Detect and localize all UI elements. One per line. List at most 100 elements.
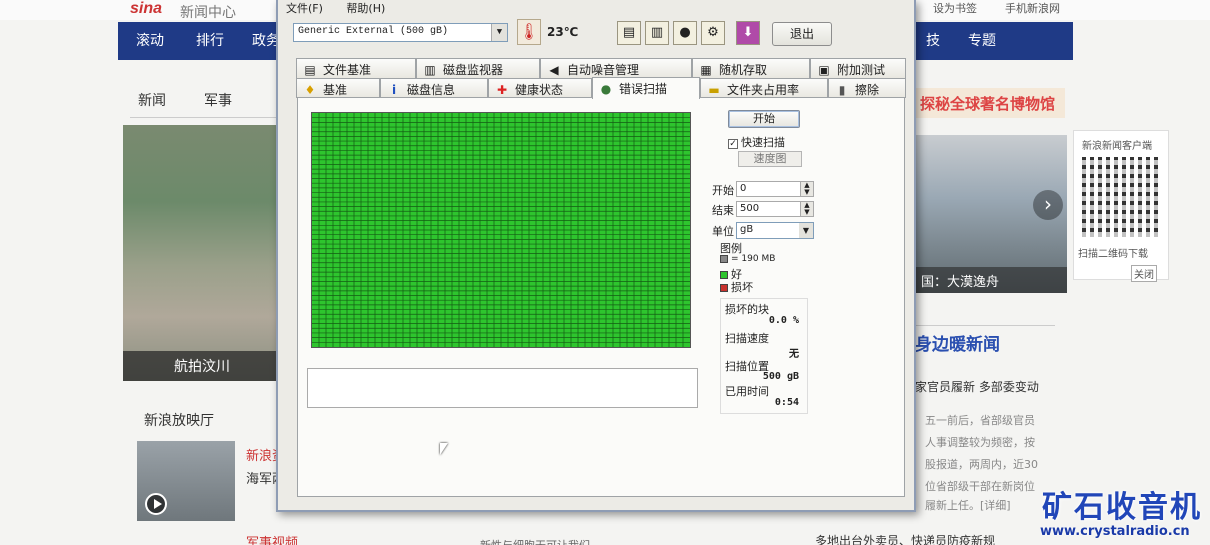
unit-select[interactable]: gB ▼ (736, 222, 814, 239)
damaged-blocks-value: 0.0 % (768, 315, 799, 326)
spinner-arrows-icon[interactable]: ▲ ▼ (800, 202, 813, 216)
copy-text-icon[interactable]: ▤ (617, 21, 641, 45)
news-headline-2[interactable]: 多地出台外卖员、快递员防疫新规 (815, 532, 995, 545)
chevron-down-icon[interactable]: ▼ (491, 24, 507, 41)
scan-position-value: 500 gB (762, 371, 799, 382)
news-tabs: 新闻 军事 (130, 78, 280, 118)
tab-folder-usage[interactable]: ▬ 文件夹占用率 (700, 78, 828, 98)
drive-select[interactable]: Generic External (500 gB) ▼ (293, 23, 508, 42)
tab-extra-tests[interactable]: ▣ 附加测试 (810, 58, 906, 78)
tab-label: 随机存取 (719, 63, 768, 77)
scan-stats: 损坏的块 0.0 % 扫描速度 无 扫描位置 500 gB 已用时间 0:54 (720, 298, 808, 414)
lightbulb-icon: ♦ (304, 83, 316, 97)
tab-disk-info[interactable]: i 磁盘信息 (380, 78, 488, 98)
start-button[interactable]: 开始 (728, 110, 800, 128)
tab-news[interactable]: 新闻 (138, 90, 166, 110)
scan-speed-value: 无 (789, 349, 799, 360)
tab-label: 错误扫描 (619, 82, 668, 96)
checkbox-check-icon[interactable]: ✓ (728, 139, 738, 149)
extra-tests-icon: ▣ (818, 63, 830, 77)
copy-options-icon[interactable]: ▥ (645, 21, 669, 45)
quick-scan-checkbox[interactable]: ✓ 快速扫描 (728, 134, 785, 150)
news-snippet-line: 五一前后，省部级官员 (925, 414, 1035, 427)
sina-logo[interactable]: sina (130, 0, 162, 18)
scan-speed-label: 扫描速度 (725, 332, 769, 345)
elapsed-time-value: 0:54 (774, 397, 799, 408)
legend-block-size: = 190 MB (720, 254, 775, 264)
elapsed-time-label: 已用时间 (725, 385, 769, 398)
download-arrow-icon[interactable]: ⬇ (736, 21, 760, 45)
nav-scroll[interactable]: 滚动 (136, 30, 164, 50)
nav-ranking[interactable]: 排行 (196, 30, 224, 50)
museum-banner[interactable]: 探秘全球著名博物馆 (915, 88, 1065, 118)
tab-erase[interactable]: ▮ 擦除 (828, 78, 906, 98)
tab-file-benchmark[interactable]: ▤ 文件基准 (296, 58, 416, 78)
chevron-down-icon[interactable]: ▼ (799, 223, 813, 238)
mobile-site-link[interactable]: 手机新浪网 (1005, 0, 1060, 16)
tab-label: 擦除 (855, 83, 880, 97)
tab-benchmark[interactable]: ♦ 基准 (296, 78, 380, 98)
news-headline[interactable]: 家官员履新 多部委变动 (915, 378, 1039, 395)
qr-caption: 扫描二维码下载 (1078, 249, 1148, 260)
tab-label: 健康状态 (515, 83, 564, 97)
tab-label: 文件基准 (323, 63, 372, 77)
video-section-title: 新浪放映厅 (144, 413, 214, 429)
slideshow-photo[interactable]: › 国：大漠逸舟 (915, 135, 1067, 293)
tab-label: 磁盘监视器 (443, 63, 504, 77)
scan-grid-svg (312, 113, 690, 347)
tab-label: 基准 (323, 83, 348, 97)
exit-button[interactable]: 退出 (772, 22, 832, 46)
tab-random-access[interactable]: ▦ 随机存取 (692, 58, 810, 78)
start-field-value: 0 (740, 183, 747, 194)
tab-disk-monitor[interactable]: ▥ 磁盘监视器 (416, 58, 540, 78)
tab-error-scan[interactable]: ● 错误扫描 (592, 77, 700, 99)
start-field-label: 开始 (712, 184, 734, 197)
video-title-3[interactable]: 军事视频 (246, 532, 298, 545)
tab-label: 文件夹占用率 (727, 83, 800, 97)
tab-military[interactable]: 军事 (204, 90, 232, 110)
site-section-name: 新闻中心 (180, 5, 236, 21)
spinner-arrows-icon[interactable]: ▲ ▼ (800, 182, 813, 196)
magnifier-icon: ● (600, 82, 612, 96)
end-field-label: 结束 (712, 204, 734, 217)
play-icon[interactable] (145, 493, 167, 515)
watermark-title: 矿石收音机 (1042, 490, 1202, 525)
nav-topics[interactable]: 专题 (968, 30, 996, 50)
speaker-icon: ◀ (549, 63, 559, 77)
qr-panel: 新浪新闻客户端 扫描二维码下载 (1073, 130, 1169, 280)
chevron-right-icon[interactable]: › (1033, 190, 1063, 220)
unit-field-label: 单位 (712, 225, 734, 238)
health-cross-icon: ✚ (496, 83, 508, 97)
start-field[interactable]: 0 ▲ ▼ (736, 181, 814, 197)
scan-log-box (307, 368, 698, 408)
damaged-blocks-label: 损坏的块 (725, 303, 769, 316)
camera-icon[interactable]: ● (673, 21, 697, 45)
video-thumbnail[interactable] (137, 441, 235, 521)
end-field[interactable]: 500 ▲ ▼ (736, 201, 814, 217)
warm-news-title: 身边暖新闻 (915, 325, 1055, 355)
menu-help[interactable]: 帮助(H) (346, 2, 385, 15)
qr-close-button[interactable]: 关闭 (1131, 265, 1157, 282)
nav-tech[interactable]: 技 (926, 30, 940, 50)
bookmark-link[interactable]: 设为书签 (933, 0, 977, 16)
legend-block-swatch (720, 254, 728, 263)
news-snippet-line: 位省部级干部在新岗位 (925, 480, 1035, 493)
menu-file[interactable]: 文件(F) (286, 2, 323, 15)
bottom-news[interactable]: 新性与细胞无可让我们…… (480, 537, 612, 545)
quick-scan-label: 快速扫描 (741, 136, 785, 149)
legend-good-swatch (720, 271, 728, 279)
news-detail-link[interactable]: 履新上任。[详细] (925, 497, 1011, 513)
featured-photo-caption: 航拍汶川 (123, 351, 281, 381)
featured-photo[interactable]: 航拍汶川 (123, 125, 281, 381)
options-icon[interactable]: ⚙ (701, 21, 725, 45)
tab-noise-management[interactable]: ◀ 自动噪音管理 (540, 58, 692, 78)
temperature-value: 23℃ (547, 25, 579, 39)
disk-monitor-icon: ▥ (424, 63, 436, 77)
toolbar: Generic External (500 gB) ▼ 🌡 23℃ ▤ ▥ ● … (288, 18, 908, 52)
mouse-cursor-icon (440, 443, 448, 455)
tab-health[interactable]: ✚ 健康状态 (488, 78, 592, 98)
speed-map-button[interactable]: 速度图 (738, 151, 802, 167)
file-benchmark-icon: ▤ (304, 63, 316, 77)
scan-block-grid (311, 112, 691, 348)
slideshow-caption: 国：大漠逸舟 (915, 267, 1067, 293)
